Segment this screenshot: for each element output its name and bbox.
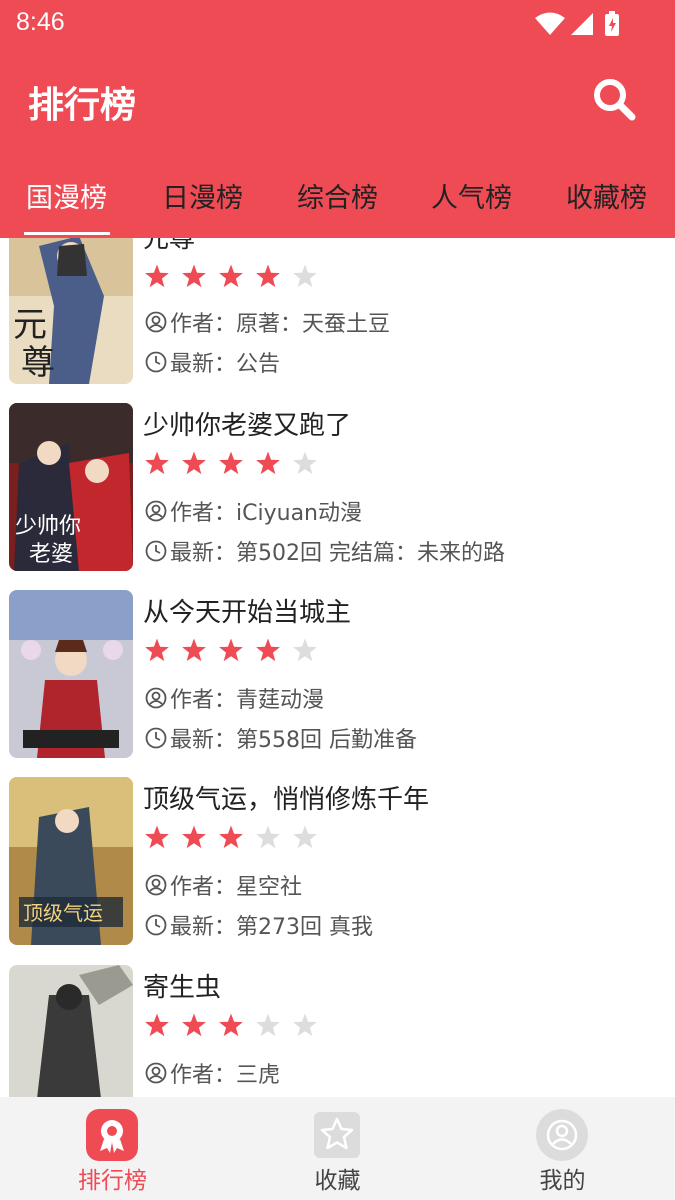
ranking-list[interactable]: 元 尊 元尊 作者： 原著：天蚕土豆 最新： 公告 少帅你 老婆 少帅你老婆又跑… (0, 238, 675, 1098)
user-icon (145, 874, 167, 896)
star-empty-icon (293, 451, 317, 475)
comic-author: 作者： iCiyuan动漫 (145, 495, 362, 527)
star-filled-icon (182, 638, 206, 662)
star-empty-icon (293, 264, 317, 288)
signal-icon (571, 13, 593, 35)
tab-bar: 国漫榜 日漫榜 综合榜 人气榜 收藏榜 (0, 170, 675, 238)
star-icon (314, 1112, 360, 1158)
comic-author: 作者： 三虎 (145, 1057, 280, 1089)
tab-shoucang[interactable]: 收藏榜 (566, 176, 647, 215)
star-filled-icon (145, 825, 169, 849)
rating-stars (145, 451, 317, 475)
star-filled-icon (219, 264, 243, 288)
tab-guoman[interactable]: 国漫榜 (26, 176, 107, 215)
app-header: 8:46 排行榜 国漫榜 日漫榜 综合榜 人气榜 收藏榜 (0, 0, 675, 238)
clock-icon (145, 351, 167, 373)
list-item[interactable]: 顶级气运 顶级气运，悄悄修炼千年 作者： 星空社 最新： 第273回 真我 (0, 777, 675, 945)
nav-favorites[interactable]: 收藏 (225, 1097, 450, 1200)
comic-latest: 最新： 公告 (145, 346, 280, 378)
star-empty-icon (293, 1013, 317, 1037)
comic-title: 寄生虫 (143, 973, 222, 1003)
comic-cover: 元 尊 (9, 238, 133, 384)
star-filled-icon (145, 451, 169, 475)
comic-latest: 最新： 第273回 真我 (145, 909, 373, 941)
star-empty-icon (256, 825, 280, 849)
status-icons (535, 11, 619, 36)
star-filled-icon (145, 1013, 169, 1037)
bottom-nav: 排行榜 收藏 我的 (0, 1097, 675, 1200)
nav-label: 排行榜 (78, 1168, 147, 1194)
svg-text:尊: 尊 (21, 343, 55, 383)
comic-title: 元尊 (143, 238, 196, 254)
comic-cover (9, 590, 133, 758)
comic-cover (9, 965, 133, 1098)
search-icon[interactable] (589, 74, 639, 124)
comic-title: 从今天开始当城主 (143, 598, 352, 628)
clock-icon (145, 914, 167, 936)
clock-icon (145, 540, 167, 562)
nav-profile[interactable]: 我的 (450, 1097, 675, 1200)
star-filled-icon (182, 451, 206, 475)
star-filled-icon (219, 1013, 243, 1037)
comic-author: 作者： 星空社 (145, 869, 302, 901)
comic-author: 作者： 青莛动漫 (145, 682, 324, 714)
star-filled-icon (219, 638, 243, 662)
status-time: 8:46 (16, 8, 65, 36)
star-filled-icon (145, 264, 169, 288)
star-filled-icon (256, 264, 280, 288)
page-title: 排行榜 (28, 85, 137, 126)
star-filled-icon (219, 451, 243, 475)
rating-stars (145, 264, 317, 288)
rating-stars (145, 825, 317, 849)
star-filled-icon (145, 638, 169, 662)
svg-text:顶级气运: 顶级气运 (23, 901, 103, 925)
ranking-icon (86, 1109, 138, 1161)
tab-indicator (24, 232, 110, 235)
comic-latest: 最新： 第502回 完结篇：未来的路 (145, 535, 505, 567)
comic-latest: 最新： 第558回 后勤准备 (145, 722, 417, 754)
profile-icon (536, 1109, 588, 1161)
star-empty-icon (256, 1013, 280, 1037)
star-filled-icon (219, 825, 243, 849)
comic-author: 作者： 原著：天蚕土豆 (145, 306, 390, 338)
tab-zonghe[interactable]: 综合榜 (297, 176, 378, 215)
rating-stars (145, 638, 317, 662)
wifi-icon (535, 12, 565, 35)
comic-cover: 顶级气运 (9, 777, 133, 945)
list-item[interactable]: 寄生虫 作者： 三虎 (0, 965, 675, 1098)
user-icon (145, 500, 167, 522)
nav-ranking[interactable]: 排行榜 (0, 1097, 225, 1200)
star-empty-icon (293, 825, 317, 849)
star-filled-icon (256, 638, 280, 662)
star-filled-icon (256, 451, 280, 475)
tab-renqi[interactable]: 人气榜 (431, 176, 512, 215)
comic-title: 顶级气运，悄悄修炼千年 (143, 785, 430, 815)
tab-riman[interactable]: 日漫榜 (162, 176, 243, 215)
svg-text:元: 元 (13, 305, 47, 345)
clock-icon (145, 727, 167, 749)
comic-title: 少帅你老婆又跑了 (143, 411, 352, 441)
rating-stars (145, 1013, 317, 1037)
svg-text:老婆: 老婆 (29, 542, 73, 567)
list-item[interactable]: 元 尊 元尊 作者： 原著：天蚕土豆 最新： 公告 (0, 238, 675, 384)
svg-text:少帅你: 少帅你 (15, 514, 81, 539)
user-icon (145, 311, 167, 333)
star-filled-icon (182, 1013, 206, 1037)
nav-label: 我的 (539, 1168, 586, 1194)
star-empty-icon (293, 638, 317, 662)
comic-cover: 少帅你 老婆 (9, 403, 133, 571)
list-item[interactable]: 从今天开始当城主 作者： 青莛动漫 最新： 第558回 后勤准备 (0, 590, 675, 758)
user-icon (145, 687, 167, 709)
list-item[interactable]: 少帅你 老婆 少帅你老婆又跑了 作者： iCiyuan动漫 最新： 第502回 完结… (0, 403, 675, 571)
nav-label: 收藏 (314, 1168, 361, 1194)
user-icon (145, 1062, 167, 1084)
status-bar: 8:46 (0, 0, 675, 48)
star-filled-icon (182, 825, 206, 849)
star-filled-icon (182, 264, 206, 288)
